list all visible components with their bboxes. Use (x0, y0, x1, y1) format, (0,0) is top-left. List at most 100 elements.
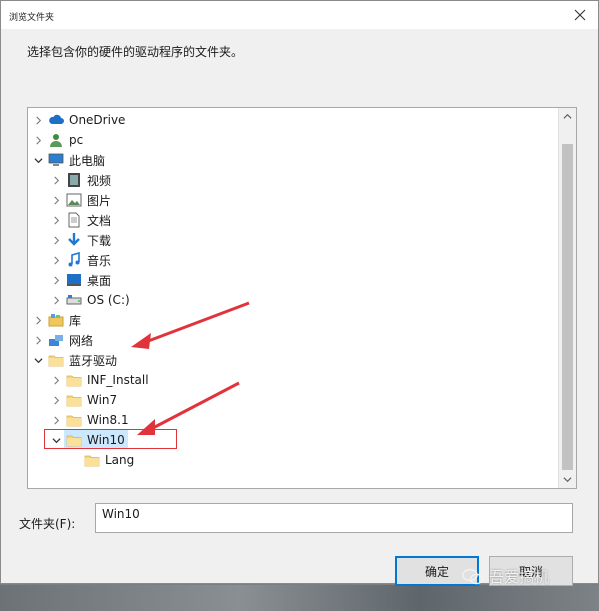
chevron-right-icon (53, 416, 59, 424)
picture-icon (66, 192, 82, 208)
chevron-right-icon (53, 216, 59, 224)
dialog-prompt: 选择包含你的硬件的驱动程序的文件夹。 (27, 45, 244, 59)
document-icon (66, 212, 82, 228)
chevron-down-icon (33, 357, 43, 363)
chevron-down-icon (51, 437, 61, 443)
tree-item-label: 音乐 (87, 253, 112, 268)
expand-toggle[interactable] (50, 274, 62, 286)
music-icon (66, 252, 82, 268)
tree-item-label: 网络 (69, 333, 94, 348)
tree-item[interactable]: 蓝牙驱动 (32, 350, 117, 370)
expand-toggle[interactable] (50, 254, 62, 266)
tree-item[interactable]: 库 (32, 310, 81, 330)
expand-toggle[interactable] (50, 214, 62, 226)
tree-item-label: 库 (69, 313, 82, 328)
wechat-icon (462, 568, 484, 584)
tree-item[interactable]: 下载 (50, 230, 111, 250)
library-icon (48, 312, 64, 328)
tree-item[interactable]: Lang (68, 450, 134, 470)
cloud-icon (48, 112, 64, 128)
scroll-up-button[interactable] (559, 108, 576, 125)
tree-item-label: 下载 (87, 233, 112, 248)
drive-icon (66, 292, 82, 308)
tree-item[interactable]: pc (32, 130, 83, 150)
expand-toggle[interactable] (32, 314, 44, 326)
chevron-right-icon (35, 336, 41, 344)
chevron-right-icon (53, 376, 59, 384)
tree-item[interactable]: 图片 (50, 190, 111, 210)
computer-icon (48, 152, 64, 168)
tree-item-label: 视频 (87, 173, 112, 188)
folder-tree[interactable]: OneDrive pc 此电脑视频图片文档下载音乐桌面 OS (C:) 库网络蓝牙驱动 I… (27, 107, 577, 489)
tree-item[interactable]: 视频 (50, 170, 111, 190)
tree-item-label: pc (69, 133, 84, 147)
tree-item[interactable]: 文档 (50, 210, 111, 230)
background-desktop (0, 585, 599, 611)
expand-toggle[interactable] (50, 194, 62, 206)
folder-field-label: 文件夹(F): (19, 517, 76, 531)
tree-item[interactable]: 此电脑 (32, 150, 105, 170)
watermark-text: 吾爱搞机 (489, 568, 550, 586)
desktop-icon (66, 272, 82, 288)
scrollbar-thumb[interactable] (562, 144, 573, 470)
chevron-right-icon (35, 116, 41, 124)
watermark: 吾爱搞机 (462, 566, 549, 587)
tree-item[interactable]: 桌面 (50, 270, 111, 290)
folder-icon (48, 352, 64, 368)
expand-toggle[interactable] (50, 174, 62, 186)
vertical-scrollbar[interactable] (558, 108, 576, 488)
tree-item-label: Win10 (87, 433, 125, 447)
tree-item-label: OneDrive (69, 113, 126, 127)
expand-toggle[interactable] (50, 234, 62, 246)
tree-item-label: 蓝牙驱动 (69, 353, 118, 368)
tree-item[interactable]: OneDrive (32, 110, 125, 130)
window-title: 浏览文件夹 (9, 13, 55, 23)
tree-item[interactable]: Win8.1 (50, 410, 129, 430)
folder-icon (66, 372, 82, 388)
expand-toggle[interactable] (50, 394, 62, 406)
folder-input[interactable] (95, 503, 573, 533)
tree-item[interactable]: 网络 (32, 330, 93, 350)
folder-icon (84, 452, 100, 468)
expand-toggle[interactable] (50, 294, 62, 306)
network-icon (48, 332, 64, 348)
chevron-right-icon (53, 256, 59, 264)
tree-item[interactable]: Win7 (50, 390, 117, 410)
video-icon (66, 172, 82, 188)
expand-toggle[interactable] (32, 134, 44, 146)
expand-toggle[interactable] (50, 374, 62, 386)
chevron-down-icon (33, 157, 43, 163)
expand-toggle[interactable] (32, 114, 44, 126)
collapse-toggle[interactable] (50, 434, 62, 446)
chevron-up-icon (563, 113, 572, 119)
folder-icon (66, 432, 82, 448)
close-button[interactable] (570, 5, 590, 25)
tree-item-label: 桌面 (87, 273, 112, 288)
download-icon (66, 232, 82, 248)
chevron-down-icon (563, 477, 572, 483)
browse-folder-dialog: 浏览文件夹 选择包含你的硬件的驱动程序的文件夹。 OneDrive pc 此电脑视频… (0, 0, 599, 586)
tree-item-label: INF_Install (87, 373, 149, 387)
close-icon (574, 9, 586, 21)
folder-icon (66, 392, 82, 408)
chevron-right-icon (53, 276, 59, 284)
collapse-toggle[interactable] (32, 154, 44, 166)
tree-item-label: Win8.1 (87, 413, 129, 427)
tree-item[interactable]: OS (C:) (50, 290, 130, 310)
expand-toggle[interactable] (50, 414, 62, 426)
collapse-toggle[interactable] (32, 354, 44, 366)
scroll-down-button[interactable] (559, 471, 576, 488)
user-icon (48, 132, 64, 148)
chevron-right-icon (53, 236, 59, 244)
tree-item[interactable]: Win10 (50, 430, 125, 450)
tree-item-label: Win7 (87, 393, 118, 407)
chevron-right-icon (53, 396, 59, 404)
tree-item[interactable]: INF_Install (50, 370, 149, 390)
expand-toggle (68, 454, 80, 466)
expand-toggle[interactable] (32, 334, 44, 346)
tree-item[interactable]: 音乐 (50, 250, 111, 270)
tree-item-label: 图片 (87, 193, 112, 208)
chevron-right-icon (35, 136, 41, 144)
chevron-right-icon (53, 296, 59, 304)
tree-item-label: 文档 (87, 213, 112, 228)
